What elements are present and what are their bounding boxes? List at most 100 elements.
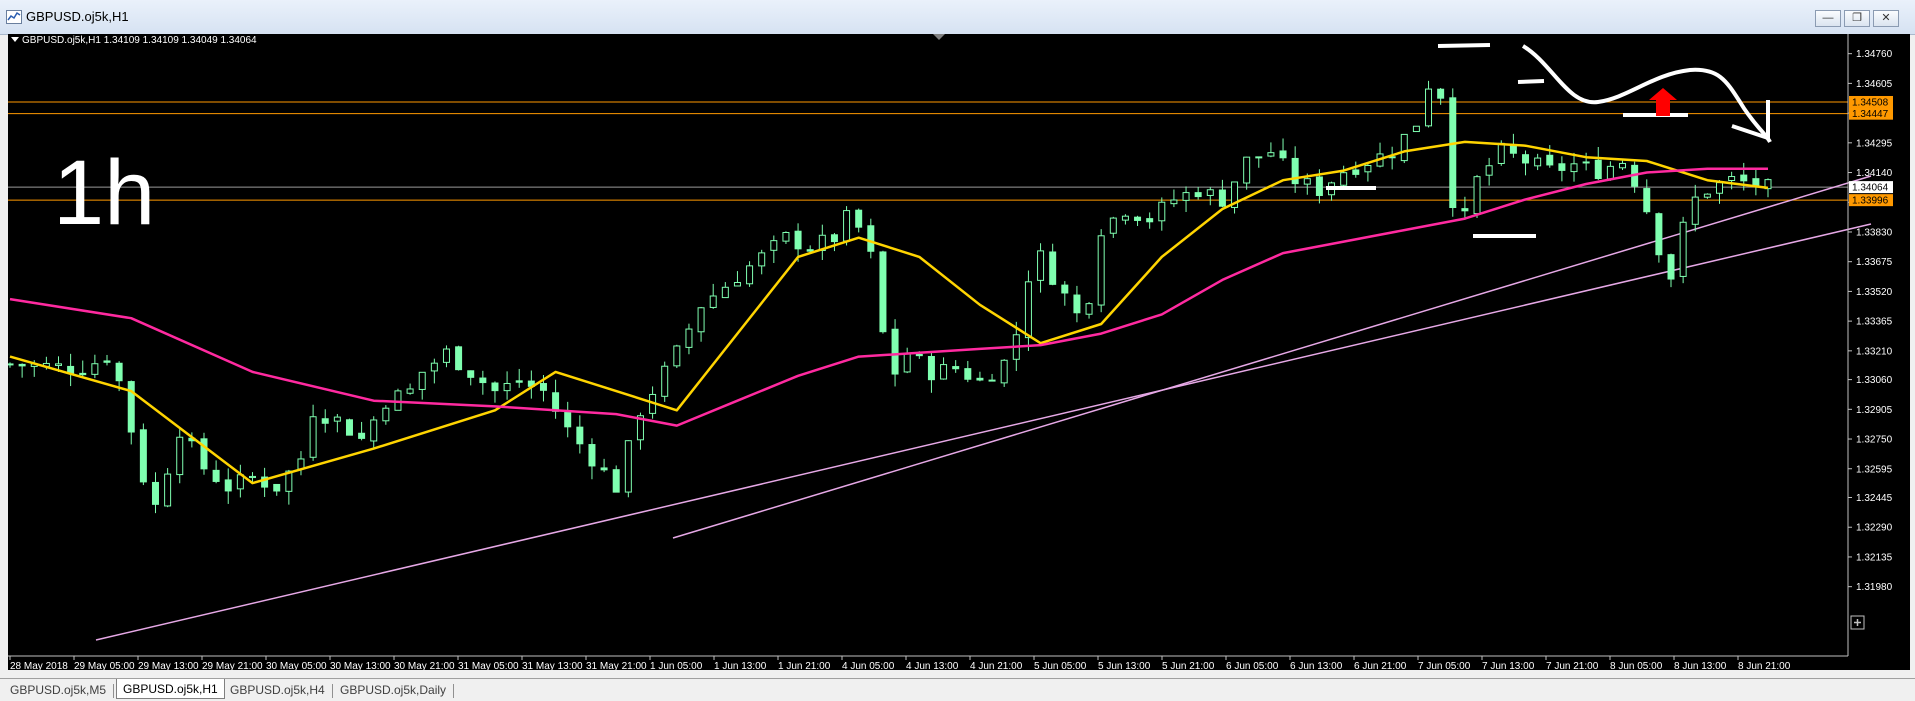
candle-body — [176, 436, 184, 476]
time-tick-label: 6 Jun 13:00 — [1290, 661, 1343, 670]
candle-body — [1085, 303, 1093, 315]
time-tick-label: 30 May 13:00 — [330, 661, 391, 670]
candle-body — [964, 368, 972, 380]
chart-canvas[interactable]: 1h 1.347601.346051.344501.342951.341401.… — [8, 34, 1910, 670]
horizontal-levels — [8, 101, 1848, 201]
candle-body — [224, 479, 232, 492]
candle-body — [358, 432, 366, 439]
candle-body — [697, 307, 705, 333]
price-axis: 1.347601.346051.344501.342951.341401.339… — [1847, 34, 1893, 656]
time-tick-label: 29 May 21:00 — [202, 661, 263, 670]
candle-body — [782, 232, 790, 242]
candle-body — [709, 295, 717, 308]
candle-body — [1134, 216, 1142, 221]
candle-body — [406, 388, 414, 394]
dropdown-arrow-icon[interactable] — [11, 37, 19, 42]
price-tick-label: 1.33675 — [1856, 257, 1893, 268]
window-title: GBPUSD.oj5k,H1 — [26, 9, 129, 24]
candle-body — [1655, 213, 1663, 256]
candle-body — [1049, 251, 1057, 285]
price-tick-label: 1.31980 — [1856, 582, 1893, 593]
trendline-lower[interactable] — [95, 223, 1872, 641]
time-tick-label: 30 May 05:00 — [266, 661, 327, 670]
candle-body — [794, 230, 802, 250]
candle-body — [1461, 208, 1469, 212]
candle-body — [1716, 182, 1724, 194]
tab-gbpusd-daily[interactable]: GBPUSD.oj5k,Daily — [334, 681, 455, 699]
ma-line-1[interactable] — [9, 167, 1768, 427]
tab-gbpusd-m5[interactable]: GBPUSD.oj5k,M5 — [4, 681, 115, 699]
candle-body — [733, 282, 741, 287]
candle-body — [273, 483, 281, 492]
time-tick-label: 29 May 05:00 — [74, 661, 135, 670]
price-tick-label: 1.32750 — [1856, 435, 1893, 446]
zoom-plus-button[interactable] — [1850, 615, 1865, 630]
close-button[interactable]: ✕ — [1873, 10, 1899, 27]
candle-body — [103, 360, 111, 363]
candle-body — [564, 411, 572, 428]
candle-body — [430, 362, 438, 372]
candle-body — [867, 225, 875, 252]
candle-body — [18, 363, 26, 367]
time-tick-label: 4 Jun 21:00 — [970, 661, 1023, 670]
candle-body — [370, 419, 378, 442]
candle-body — [54, 363, 62, 366]
time-tick-label: 4 Jun 05:00 — [842, 661, 895, 670]
candle-body — [1061, 284, 1069, 294]
tab-gbpusd-h4[interactable]: GBPUSD.oj5k,H4 — [224, 681, 333, 699]
candle-body — [1024, 281, 1032, 339]
candle-body — [1449, 97, 1457, 208]
candle-body — [321, 418, 329, 424]
candle-body — [127, 381, 135, 433]
candle-body — [988, 379, 996, 382]
candle-body — [515, 380, 523, 383]
price-tick-label: 1.32290 — [1856, 523, 1893, 534]
candle-body — [1497, 142, 1505, 164]
candle-body — [1194, 192, 1202, 198]
level-price-tag-0: 1.34508 — [1852, 97, 1889, 108]
time-tick-label: 5 Jun 13:00 — [1098, 661, 1151, 670]
candle-body — [1170, 199, 1178, 205]
candle-body — [1218, 189, 1226, 207]
candle-body — [843, 210, 851, 242]
candle-body — [139, 429, 147, 483]
annotation-top-dash — [1437, 43, 1491, 48]
candle-body — [1740, 174, 1748, 182]
candle-body — [915, 354, 923, 357]
candle-body — [1606, 165, 1614, 180]
candle-body — [940, 364, 948, 380]
price-tick-label: 1.32595 — [1856, 464, 1893, 475]
candle-body — [151, 481, 159, 505]
level-price-tag-2: 1.33996 — [1852, 196, 1889, 207]
price-tick-label: 1.32445 — [1856, 493, 1893, 504]
annotation-mid-dash — [1517, 79, 1545, 84]
scroll-marker-icon — [933, 34, 945, 40]
candle-body — [1546, 154, 1554, 166]
restore-button[interactable]: ❐ — [1844, 10, 1870, 27]
candle-body — [1303, 178, 1311, 185]
price-tick-label: 1.33520 — [1856, 287, 1893, 298]
candle-body — [1522, 154, 1530, 164]
candle-body — [746, 265, 754, 285]
candle-body — [345, 419, 353, 436]
candle-body — [418, 371, 426, 390]
price-tick-label: 1.32905 — [1856, 405, 1893, 416]
candle-body — [1619, 162, 1627, 169]
price-tick-label: 1.34140 — [1856, 168, 1893, 179]
candle-body — [770, 240, 778, 251]
candle-body — [1206, 189, 1214, 196]
ma-line-0[interactable] — [9, 140, 1769, 485]
price-chart[interactable]: 1h 1.347601.346051.344501.342951.341401.… — [8, 34, 1910, 670]
trendline-upper[interactable] — [672, 175, 1872, 539]
chart-header: GBPUSD.oj5k,H1 1.34109 1.34109 1.34049 1… — [11, 34, 945, 46]
candle-body — [976, 377, 984, 381]
candle-body — [685, 328, 693, 348]
time-tick-label: 7 Jun 05:00 — [1418, 661, 1471, 670]
restore-icon: ❐ — [1852, 12, 1862, 24]
time-tick-label: 5 Jun 21:00 — [1162, 661, 1215, 670]
time-tick-label: 7 Jun 21:00 — [1546, 661, 1599, 670]
minimize-button[interactable]: — — [1815, 10, 1841, 27]
tab-gbpusd-h1[interactable]: GBPUSD.oj5k,H1 — [116, 679, 225, 699]
candle-body — [1279, 150, 1287, 159]
moving-averages — [9, 140, 1769, 485]
